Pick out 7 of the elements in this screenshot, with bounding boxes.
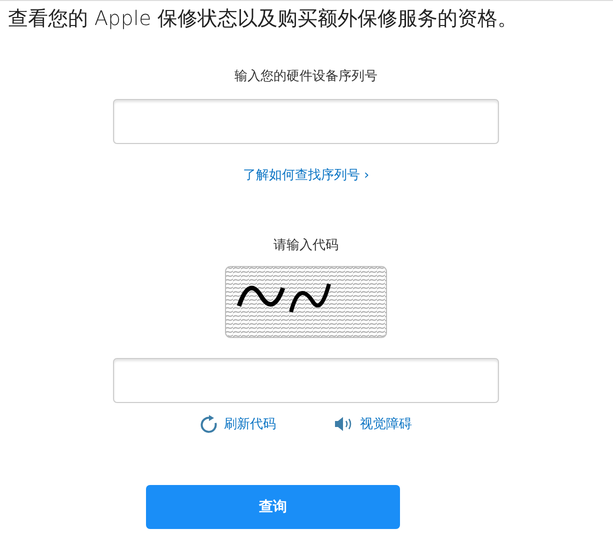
page-heading: 查看您的 Apple 保修状态以及购买额外保修服务的资格。 [7,5,519,32]
submit-button[interactable]: 查询 [146,485,400,529]
refresh-link[interactable]: 刷新代码 [200,415,276,433]
captcha-label: 请输入代码 [274,237,338,254]
help-link[interactable]: 了解如何查找序列号 › [242,166,370,184]
audio-link[interactable]: 视觉障碍 [334,415,412,433]
serial-label: 输入您的硬件设备序列号 [234,68,378,85]
